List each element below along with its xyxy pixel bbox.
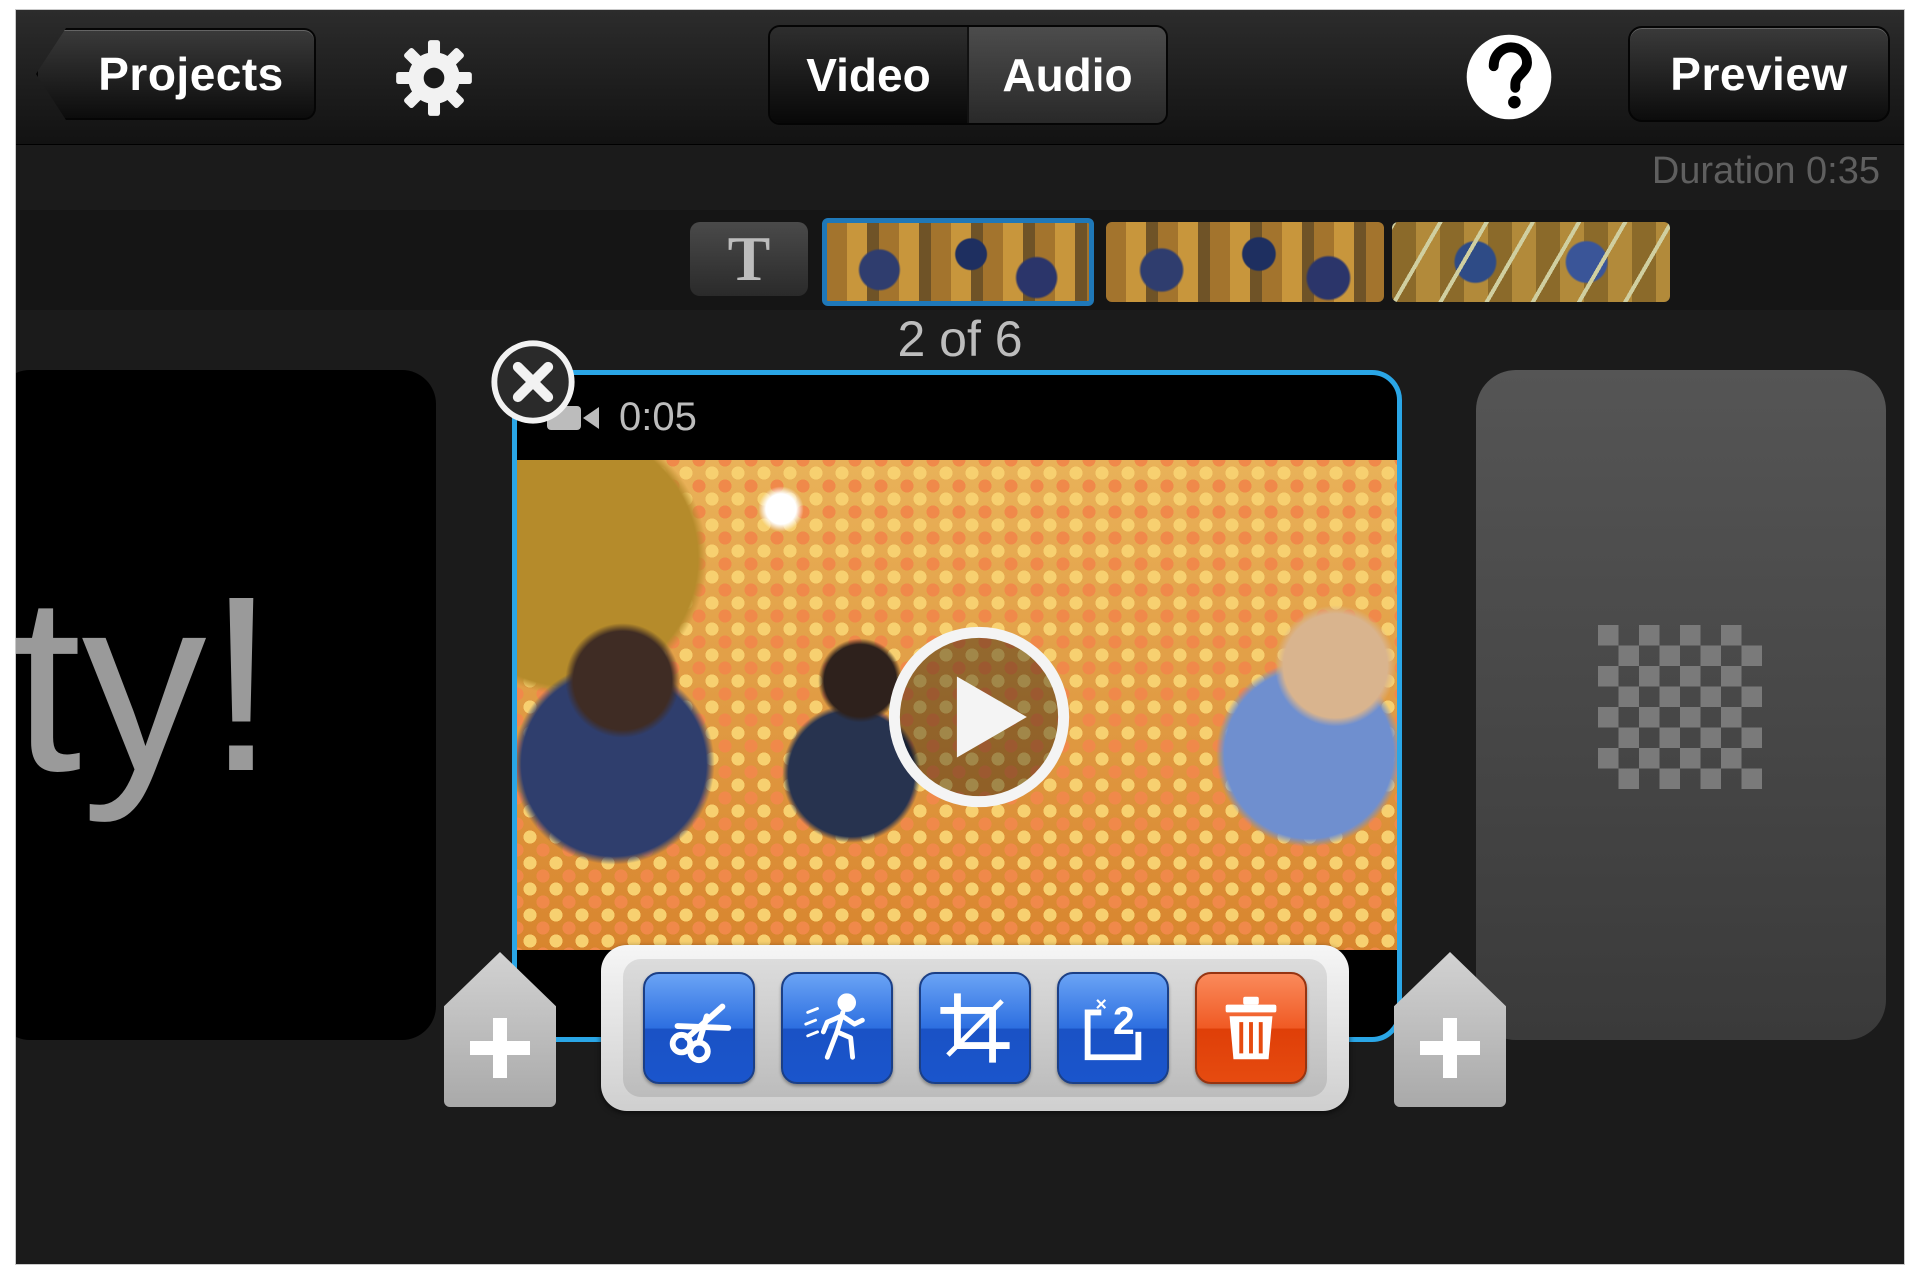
delete-button[interactable]: [1195, 972, 1307, 1084]
crop-icon: [940, 993, 1010, 1063]
clip-length: 0:05: [619, 395, 697, 439]
close-icon[interactable]: [491, 340, 575, 424]
svg-text:×: ×: [1095, 993, 1106, 1015]
gear-icon[interactable]: [391, 35, 477, 121]
clip-header: 0:05: [517, 375, 1397, 460]
video-audio-segmented-control: Video Audio: [768, 25, 1168, 125]
speed-button[interactable]: × 2: [1057, 972, 1169, 1084]
trim-button[interactable]: [643, 972, 755, 1084]
clip-thumbnail[interactable]: [1106, 222, 1384, 302]
clip-filmstrip: T: [16, 210, 1904, 310]
help-icon[interactable]: [1464, 32, 1554, 122]
running-figure-icon: [804, 993, 865, 1060]
preview-button[interactable]: Preview: [1628, 26, 1890, 122]
title-clip-thumbnail[interactable]: T: [690, 222, 808, 296]
previous-card-text: rty!: [16, 544, 276, 823]
scissors-icon: [669, 1003, 732, 1064]
crop-button[interactable]: [919, 972, 1031, 1084]
top-bar: Projects Video Audio Preview: [16, 10, 1904, 145]
clip-thumbnail-selected[interactable]: [822, 218, 1094, 306]
preview-label: Preview: [1670, 48, 1848, 100]
title-clip-glyph: T: [727, 223, 771, 294]
play-icon[interactable]: [887, 625, 1071, 809]
clip-edit-toolbar: × 2: [601, 945, 1349, 1111]
projects-label: Projects: [98, 48, 284, 100]
clip-counter: 2 of 6: [897, 311, 1023, 367]
projects-back-button[interactable]: Projects: [36, 28, 316, 120]
plus-icon: [470, 1018, 530, 1078]
checkerboard-transition-icon: [1598, 625, 1762, 789]
previous-title-card[interactable]: rty!: [16, 370, 436, 1040]
plus-icon: [1420, 1018, 1480, 1078]
clip-thumbnail[interactable]: [1392, 222, 1670, 302]
trash-icon: [1225, 996, 1277, 1060]
project-duration: Duration 0:35: [1651, 150, 1880, 192]
speed-x2-icon: × 2: [1084, 993, 1142, 1061]
selected-video-clip[interactable]: 0:05: [512, 370, 1402, 1042]
tab-video[interactable]: Video: [770, 27, 967, 123]
effects-button[interactable]: [781, 972, 893, 1084]
svg-text:2: 2: [1113, 1000, 1135, 1043]
tab-audio[interactable]: Audio: [967, 27, 1166, 123]
app-window: Projects Video Audio Preview Duration 0:…: [16, 10, 1904, 1264]
